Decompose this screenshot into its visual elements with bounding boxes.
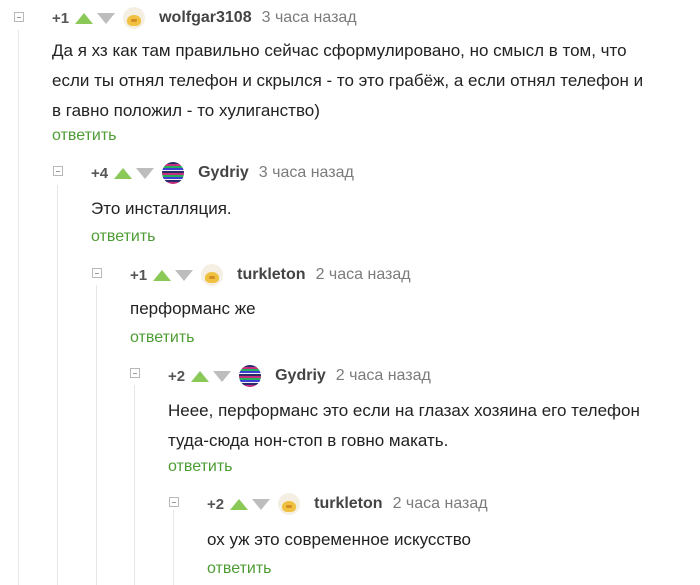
comment-text-line: Да я хз как там правильно сейчас сформул… [52,41,627,60]
username[interactable]: Gydriy [275,367,326,385]
comment-header: +2 Gydriy 2 часа назад [168,365,431,387]
timestamp[interactable]: 3 часа назад [262,9,357,27]
rating-value: +1 [52,9,70,27]
comment-text: перформанс же [130,294,256,324]
avatar[interactable] [162,162,185,184]
collapse-toggle-button[interactable] [92,268,102,278]
comment-text-line: туда-сюда нон-стоп в говно макать. [168,431,449,450]
downvote-icon[interactable] [97,12,116,24]
thread-line [134,385,135,585]
avatar[interactable] [278,493,301,515]
collapse-toggle-button[interactable] [53,166,63,176]
upvote-icon[interactable] [75,12,94,24]
comment-text: Неее, перформанс это если на глазах хозя… [168,396,640,456]
reply-link[interactable]: ответить [207,560,272,578]
downvote-icon[interactable] [213,370,232,382]
timestamp[interactable]: 3 часа назад [259,164,354,182]
thread-line [57,185,58,585]
timestamp[interactable]: 2 часа назад [336,367,431,385]
comment-text-line: Это инсталляция. [91,199,232,218]
username[interactable]: turkleton [314,495,382,513]
comment-header: +1 wolfgar3108 3 часа назад [52,7,357,29]
collapse-toggle-button[interactable] [169,497,179,507]
comment-text: Да я хз как там правильно сейчас сформул… [52,36,643,126]
username[interactable]: turkleton [237,266,305,284]
comment-header: +4 Gydriy 3 часа назад [91,162,354,184]
rating-value: +1 [130,266,148,284]
downvote-icon[interactable] [136,167,155,179]
downvote-icon[interactable] [175,269,194,281]
rating-value: +2 [207,495,225,513]
comment-text-line: ох уж это современное искусство [207,530,471,549]
comment-text-line: перформанс же [130,299,256,318]
reply-link[interactable]: ответить [52,127,117,145]
downvote-icon[interactable] [252,498,271,510]
upvote-icon[interactable] [153,269,172,281]
comment-header: +1 turkleton 2 часа назад [130,264,411,286]
avatar[interactable] [201,264,224,286]
upvote-icon[interactable] [230,498,249,510]
comment-text-line: в гавно положил - то хулиганство) [52,101,320,120]
rating-value: +4 [91,164,109,182]
username[interactable]: Gydriy [198,164,249,182]
comment-text: Это инсталляция. [91,194,232,224]
upvote-icon[interactable] [191,370,210,382]
comment-header: +2 turkleton 2 часа назад [207,493,488,515]
timestamp[interactable]: 2 часа назад [316,266,411,284]
comment-text-line: Неее, перформанс это если на глазах хозя… [168,401,640,420]
thread-line [96,285,97,585]
comment-text: ох уж это современное искусство [207,525,471,555]
avatar[interactable] [123,7,146,29]
reply-link[interactable]: ответить [91,228,156,246]
collapse-toggle-button[interactable] [14,12,24,22]
collapse-toggle-button[interactable] [130,368,140,378]
thread-line [18,30,19,585]
rating-value: +2 [168,367,186,385]
thread-line [173,510,174,585]
upvote-icon[interactable] [114,167,133,179]
comment-text-line: если ты отнял телефон и скрылся - то это… [52,71,644,90]
reply-link[interactable]: ответить [130,329,195,347]
reply-link[interactable]: ответить [168,458,233,476]
avatar[interactable] [239,365,262,387]
username[interactable]: wolfgar3108 [159,9,251,27]
timestamp[interactable]: 2 часа назад [393,495,488,513]
